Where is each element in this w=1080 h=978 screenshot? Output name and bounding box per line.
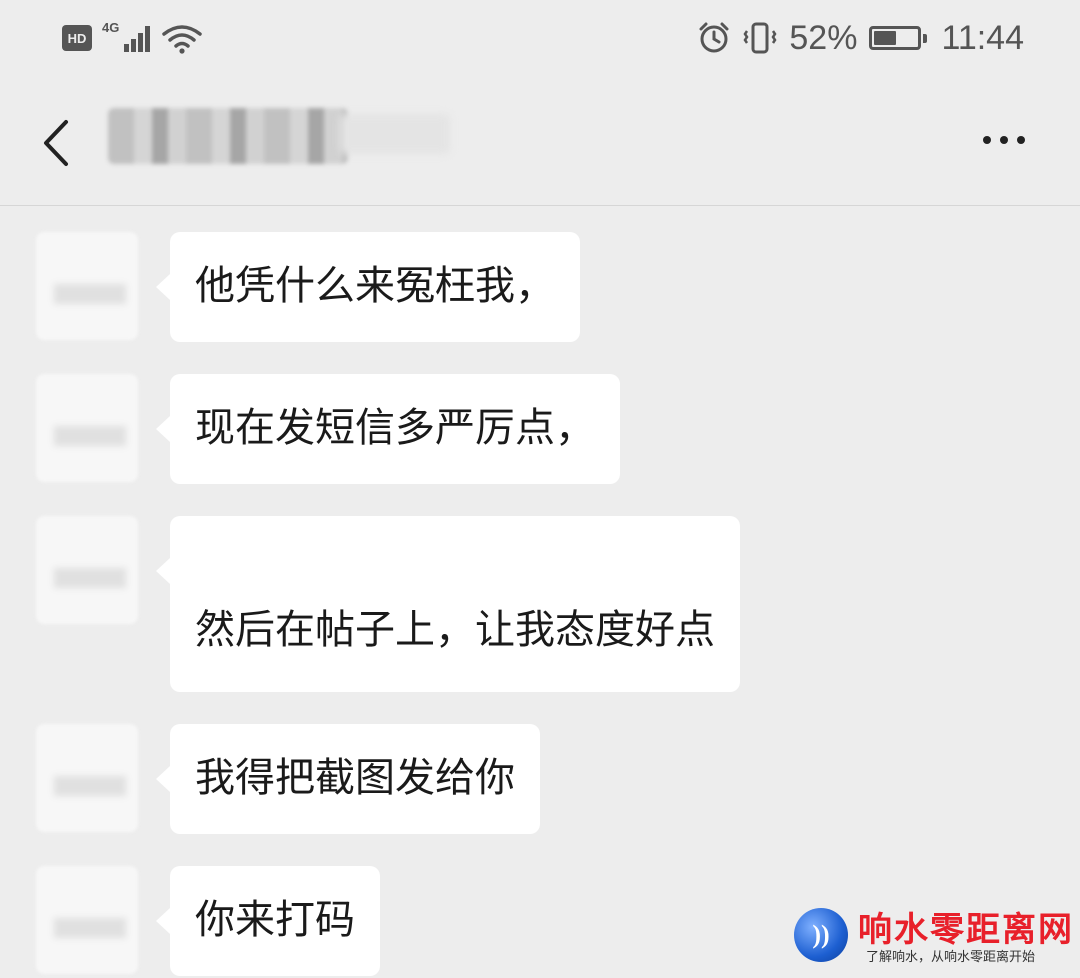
chat-screen: HD 4G 52% 11:44 他凭什么来冤枉我， 现在发短信多严厉点， 然后在… [0,0,1080,978]
battery-fill [874,31,897,45]
contact-name-blurred [108,108,348,164]
battery-percent: 52% [789,18,858,57]
avatar[interactable] [36,724,138,832]
message-text: 现在发短信多严厉点， [195,405,595,451]
vibrate-icon [743,22,777,54]
chevron-left-icon [44,120,68,166]
alarm-icon [699,22,729,53]
status-right: 52% 11:44 [697,18,1024,58]
chat-header [0,78,1080,206]
message-bubble[interactable]: 现在发短信多严厉点， [156,374,620,484]
status-left: HD 4G [62,20,202,56]
more-options-button[interactable] [974,120,1034,160]
hd-badge: HD [62,25,92,51]
avatar[interactable] [36,516,138,624]
signal-icon: 4G [102,20,152,54]
network-type: 4G [102,20,120,35]
avatar[interactable] [36,866,138,974]
message-bubble[interactable]: 你来打码 [156,866,380,976]
message-bubble[interactable]: 他凭什么来冤枉我， [156,232,580,342]
message-bubble[interactable]: 然后在帖子上，让我态度好点 [156,516,740,692]
clock: 11:44 [941,18,1024,57]
contact-name-blur-halo [340,114,450,154]
watermark-subtitle: 了解响水，从响水零距离开始 [866,950,1036,965]
back-button[interactable] [30,108,80,178]
avatar[interactable] [36,232,138,340]
message-text: 他凭什么来冤枉我， [195,263,555,309]
message-text: 然后在帖子上，让我态度好点 [195,607,715,653]
site-logo-icon: )) [794,908,848,962]
message-bubble[interactable]: 我得把截图发给你 [156,724,540,834]
battery-icon [869,26,928,50]
status-bar: HD 4G 52% 11:44 [0,0,1080,78]
more-dots-icon [983,136,991,144]
avatar[interactable] [36,374,138,482]
wifi-icon [162,25,202,54]
watermark-title: 响水零距离网 [858,910,1074,950]
message-text: 你来打码 [195,897,355,943]
site-watermark: )) 响水零距离网 了解响水，从响水零距离开始 [788,900,1078,976]
message-text: 我得把截图发给你 [195,755,515,801]
